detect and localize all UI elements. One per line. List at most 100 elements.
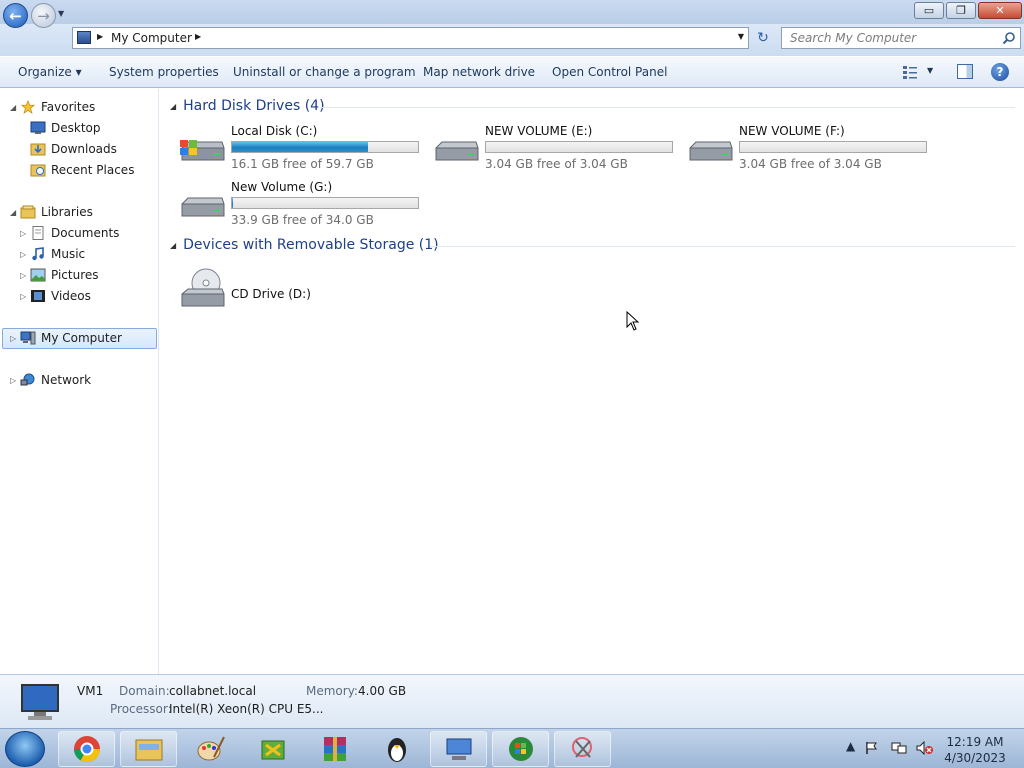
drive-item-g[interactable]: New Volume (G:) 33.9 GB free of 34.0 GB — [178, 180, 432, 232]
drive-free-space: 33.9 GB free of 34.0 GB — [231, 213, 374, 227]
maximize-button[interactable]: ❐ — [946, 2, 976, 19]
address-dropdown-icon[interactable]: ▼ — [738, 32, 744, 41]
computer-icon — [21, 684, 59, 720]
nav-desktop[interactable]: Desktop — [30, 118, 101, 138]
taskbar-explorer[interactable] — [120, 731, 177, 767]
clock-date: 4/30/2023 — [944, 751, 1006, 765]
taskbar-paint[interactable] — [182, 731, 239, 767]
nav-documents-label: Documents — [51, 226, 120, 240]
nav-music[interactable]: Music — [30, 244, 85, 264]
expand-icon[interactable]: ▷ — [20, 250, 26, 259]
nav-network[interactable]: Network — [20, 370, 91, 390]
taskbar-windows-app[interactable] — [492, 731, 549, 767]
nav-libraries-label: Libraries — [41, 205, 93, 219]
close-button[interactable]: ✕ — [978, 2, 1022, 19]
refresh-icon[interactable]: ↻ — [752, 28, 774, 48]
nav-my-computer[interactable]: My Computer — [20, 328, 122, 348]
computer-icon — [77, 31, 91, 44]
address-bar[interactable]: ▶ My Computer ▶ ▼ — [72, 27, 749, 49]
uninstall-program-button[interactable]: Uninstall or change a program — [233, 65, 416, 79]
expand-collapse-icon[interactable]: ◢ — [10, 208, 16, 217]
nav-documents[interactable]: Documents — [30, 223, 119, 243]
expand-icon[interactable]: ▷ — [20, 229, 26, 238]
drive-name: Local Disk (C:) — [231, 124, 318, 138]
taskbar-chrome[interactable] — [58, 731, 115, 767]
breadcrumb-chevron-icon[interactable]: ▶ — [195, 32, 201, 41]
drive-item-f[interactable]: NEW VOLUME (F:) 3.04 GB free of 3.04 GB — [686, 124, 940, 176]
nav-favorites[interactable]: Favorites — [20, 97, 95, 117]
show-hidden-icons-icon[interactable]: ▲ — [846, 739, 855, 753]
breadcrumb-chevron-icon[interactable]: ▶ — [97, 32, 103, 41]
system-properties-button[interactable]: System properties — [109, 65, 219, 79]
expand-icon[interactable]: ▷ — [20, 292, 26, 301]
start-button[interactable] — [5, 731, 45, 767]
back-button[interactable]: ← — [3, 3, 28, 28]
forward-button[interactable]: → — [31, 3, 56, 28]
action-center-flag-icon[interactable] — [865, 741, 879, 755]
expand-icon[interactable]: ▷ — [20, 271, 26, 280]
linux-penguin-icon — [387, 738, 406, 762]
memory-label: Memory: — [306, 684, 358, 698]
drive-name: New Volume (G:) — [231, 180, 333, 194]
view-options-dropdown-icon[interactable]: ▼ — [927, 66, 933, 75]
content-area: ◢ Hard Disk Drives (4) Local Disk (C:) 1… — [160, 89, 1024, 674]
open-control-panel-button[interactable]: Open Control Panel — [552, 65, 667, 79]
taskbar-remote-desktop[interactable] — [430, 731, 487, 767]
command-bar: Organize ▾ System properties Uninstall o… — [0, 57, 1024, 88]
drive-item-d[interactable]: CD Drive (D:) — [178, 262, 432, 314]
expand-collapse-icon[interactable]: ◢ — [10, 103, 16, 112]
remote-desktop-icon — [446, 738, 471, 760]
taskbar-app-green[interactable] — [244, 731, 301, 767]
map-network-drive-button[interactable]: Map network drive — [423, 65, 535, 79]
organize-button[interactable]: Organize ▾ — [18, 65, 82, 79]
clock-time: 12:19 AM — [946, 735, 1004, 749]
breadcrumb-my-computer[interactable]: My Computer — [111, 31, 192, 45]
drive-item-c[interactable]: Local Disk (C:) 16.1 GB free of 59.7 GB — [178, 124, 432, 176]
details-pane: VM1 Domain: collabnet.local Memory: 4.00… — [0, 674, 1024, 728]
domain-value: collabnet.local — [169, 684, 257, 698]
preview-pane-icon[interactable] — [957, 64, 973, 79]
volume-muted-icon[interactable] — [916, 741, 934, 755]
expand-icon[interactable]: ▷ — [10, 334, 16, 343]
nav-downloads[interactable]: Downloads — [30, 139, 117, 159]
search-placeholder: Search My Computer — [790, 31, 917, 45]
nav-pictures-label: Pictures — [51, 268, 99, 282]
change-view-icon[interactable] — [902, 65, 918, 79]
nav-pictures[interactable]: Pictures — [30, 265, 99, 285]
taskbar-linux[interactable] — [368, 731, 425, 767]
expand-icon[interactable]: ▷ — [10, 376, 16, 385]
search-input[interactable]: Search My Computer — [781, 27, 1021, 49]
search-icon[interactable] — [1002, 31, 1016, 45]
taskbar-snipping-tool[interactable] — [554, 731, 611, 767]
window-titlebar: ▭ ❐ ✕ — [0, 0, 1024, 26]
computer-icon — [20, 331, 36, 345]
taskbar-winrar[interactable] — [306, 731, 363, 767]
nav-libraries[interactable]: Libraries — [20, 202, 93, 222]
system-drive-icon — [180, 140, 225, 161]
drive-item-e[interactable]: NEW VOLUME (E:) 3.04 GB free of 3.04 GB — [432, 124, 686, 176]
group-header-removable-storage[interactable]: ◢ Devices with Removable Storage (1) — [170, 237, 439, 253]
windows-orb-icon — [508, 737, 533, 761]
group-divider — [320, 107, 1015, 108]
drive-usage-fill — [232, 198, 233, 208]
group-header-hard-disk-drives[interactable]: ◢ Hard Disk Drives (4) — [170, 98, 325, 114]
drive-name: NEW VOLUME (F:) — [739, 124, 845, 138]
group-title: Hard Disk Drives (4) — [183, 98, 325, 114]
window-controls: ▭ ❐ ✕ — [914, 2, 1022, 19]
collapse-group-icon[interactable]: ◢ — [170, 102, 176, 111]
minimize-button[interactable]: ▭ — [914, 2, 944, 19]
collapse-group-icon[interactable]: ◢ — [170, 241, 176, 250]
drive-name: NEW VOLUME (E:) — [485, 124, 593, 138]
nav-recent-places[interactable]: Recent Places — [30, 160, 134, 180]
network-status-icon[interactable] — [891, 741, 907, 755]
nav-videos[interactable]: Videos — [30, 286, 91, 306]
system-clock[interactable]: 12:19 AM 4/30/2023 — [944, 734, 1006, 766]
drive-usage-fill — [232, 142, 368, 152]
music-icon — [32, 247, 44, 261]
nav-downloads-label: Downloads — [51, 142, 117, 156]
app-icon-green — [261, 740, 284, 760]
star-icon — [20, 100, 36, 114]
help-icon[interactable]: ? — [991, 63, 1009, 81]
recent-pages-dropdown-icon[interactable]: ▼ — [58, 9, 64, 18]
documents-icon — [32, 226, 44, 240]
